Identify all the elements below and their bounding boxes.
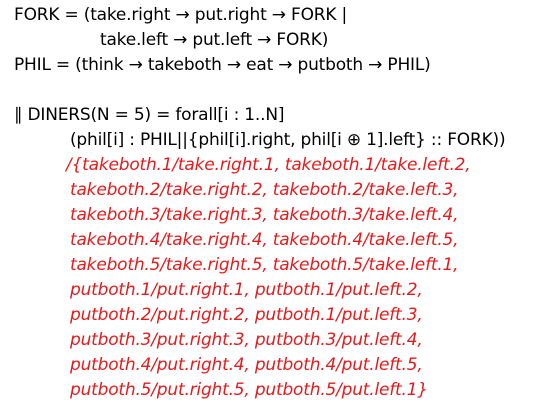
relabel-text-3: takeboth.3/take.right.3, takeboth.3/take… [70,205,459,225]
fork-definition-line-1: FORK = (take.right → put.right → FORK | [14,4,347,28]
diners-composition-text: (phil[i] : PHIL||{phil[i].right, phil[i … [70,130,506,150]
fork-definition-text-2: take.left → put.left → FORK) [100,30,329,50]
relabel-line-3: takeboth.3/take.right.3, takeboth.3/take… [70,204,459,228]
relabel-text-1: /{takeboth.1/take.right.1, takeboth.1/ta… [66,155,471,175]
relabel-line-1: /{takeboth.1/take.right.1, takeboth.1/ta… [66,154,471,178]
relabel-text-2: takeboth.2/take.right.2, takeboth.2/take… [70,180,459,200]
relabel-line-2: takeboth.2/take.right.2, takeboth.2/take… [70,179,459,203]
relabel-text-10: putboth.5/put.right.5, putboth.5/put.lef… [70,380,428,400]
relabel-text-7: putboth.2/put.right.2, putboth.1/put.lef… [70,305,423,325]
relabel-line-7: putboth.2/put.right.2, putboth.1/put.lef… [70,304,423,328]
relabel-line-5: takeboth.5/take.right.5, takeboth.5/take… [70,254,459,278]
relabel-text-5: takeboth.5/take.right.5, takeboth.5/take… [70,255,459,275]
relabel-line-9: putboth.4/put.right.4, putboth.4/put.lef… [70,354,423,378]
fork-definition-text-1: FORK = (take.right → put.right → FORK | [14,5,348,25]
diners-composition-line: (phil[i] : PHIL||{phil[i].right, phil[i … [70,129,506,153]
relabel-text-8: putboth.3/put.right.3, putboth.3/put.lef… [70,330,423,350]
fork-definition-line-2: take.left → put.left → FORK) [100,29,328,53]
fsp-specification: FORK = (take.right → put.right → FORK | … [0,0,545,410]
phil-definition-text: PHIL = (think → takeboth → eat → putboth… [14,55,431,75]
relabel-text-4: takeboth.4/take.right.4, takeboth.4/take… [70,230,459,250]
relabel-line-4: takeboth.4/take.right.4, takeboth.4/take… [70,229,459,253]
relabel-text-9: putboth.4/put.right.4, putboth.4/put.lef… [70,355,423,375]
diners-definition-line: ∥ DINERS(N = 5) = forall[i : 1..N] [14,104,284,128]
diners-definition-text: ∥ DINERS(N = 5) = forall[i : 1..N] [14,105,285,125]
phil-definition-line: PHIL = (think → takeboth → eat → putboth… [14,54,431,78]
relabel-line-6: putboth.1/put.right.1, putboth.1/put.lef… [70,279,423,303]
relabel-text-6: putboth.1/put.right.1, putboth.1/put.lef… [70,280,423,300]
relabel-line-10: putboth.5/put.right.5, putboth.5/put.lef… [70,379,428,403]
relabel-line-8: putboth.3/put.right.3, putboth.3/put.lef… [70,329,423,353]
